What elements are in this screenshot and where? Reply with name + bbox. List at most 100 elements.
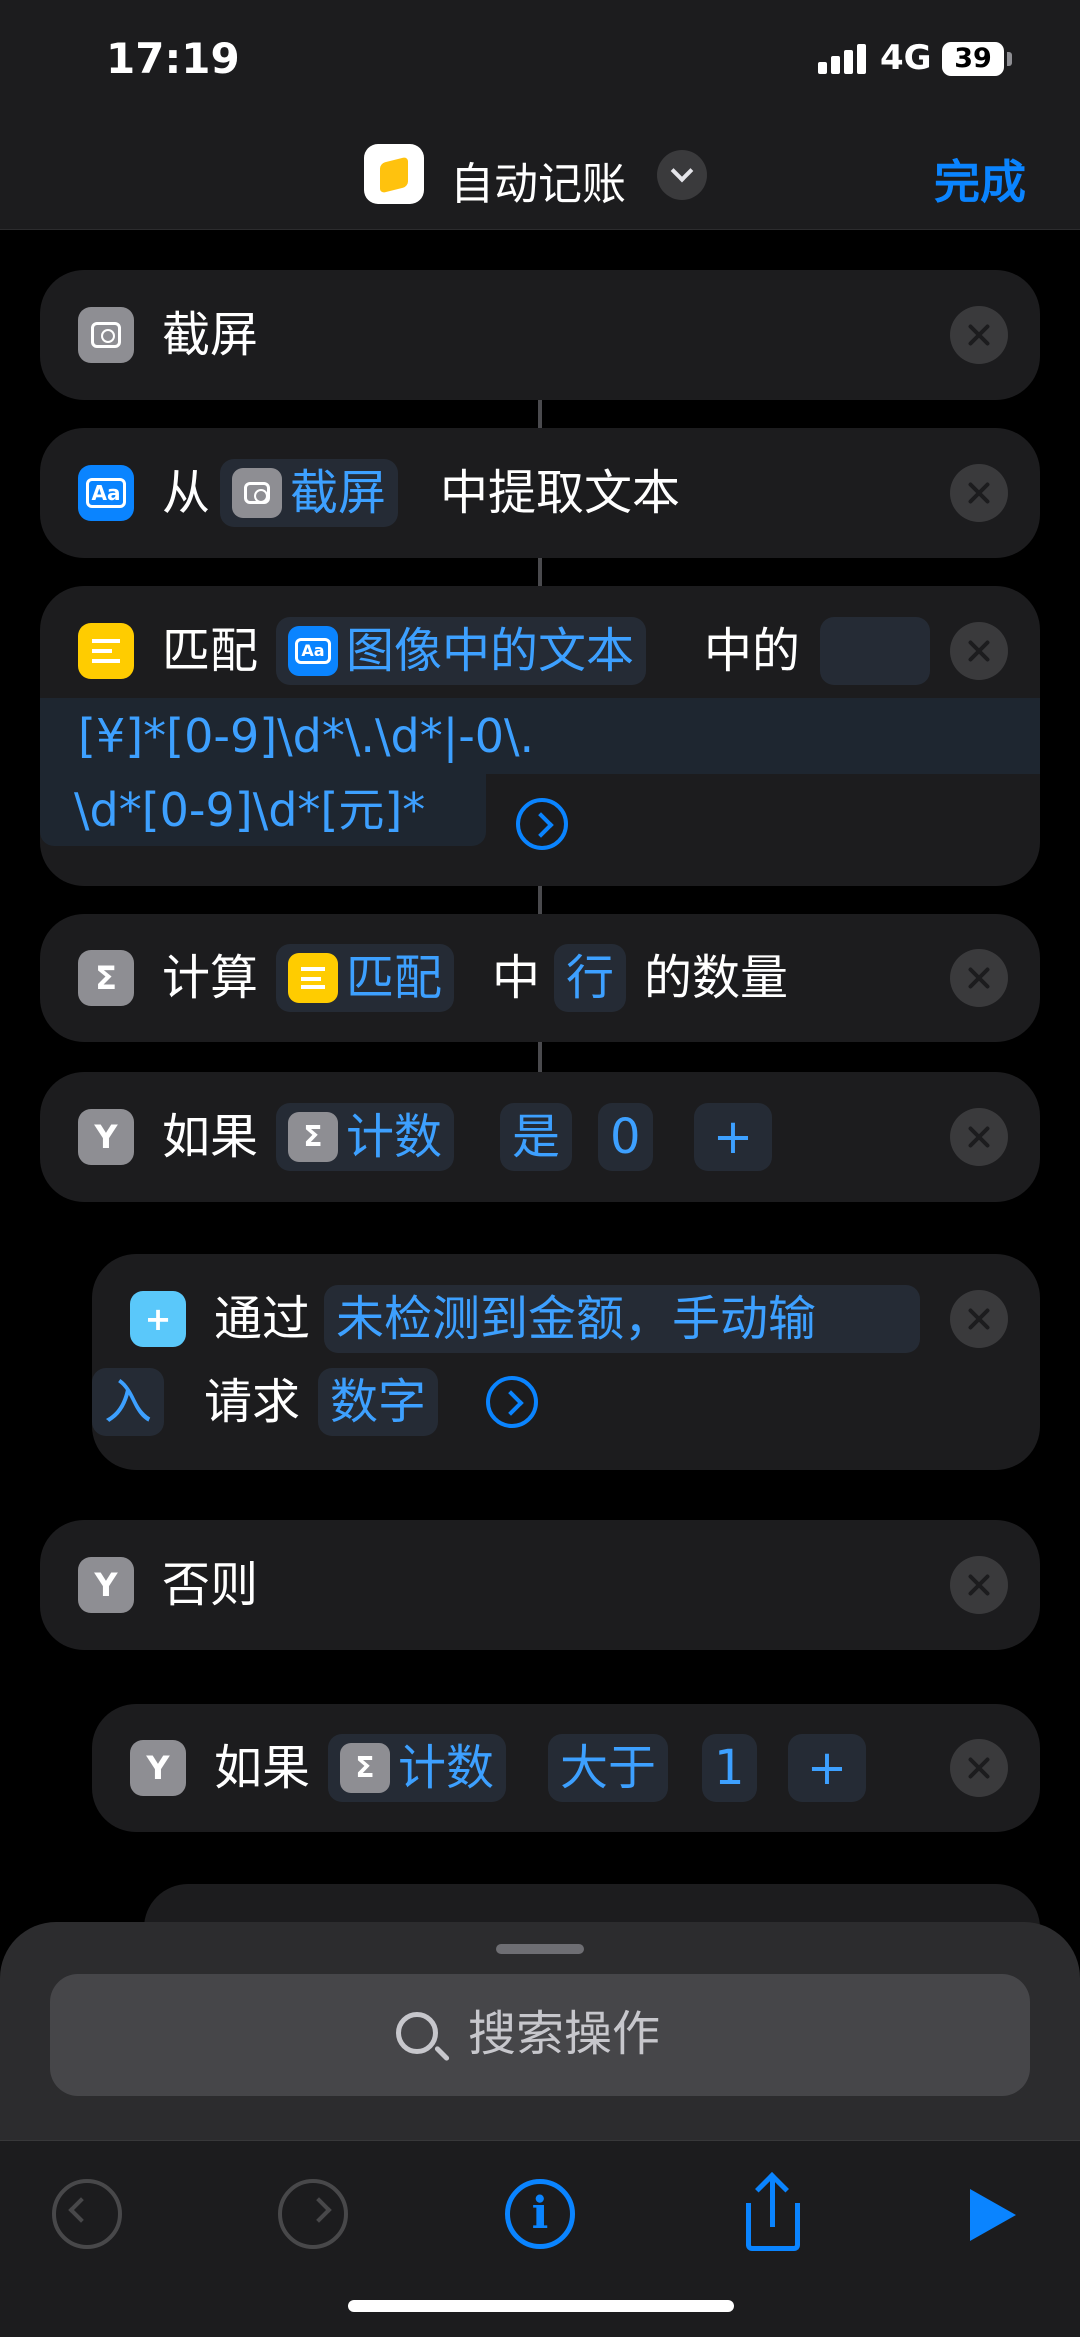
chevron-right-icon[interactable] (486, 1376, 538, 1428)
variable-image-text[interactable]: Aa 图像中的文本 (276, 617, 647, 685)
variable-count[interactable]: Σ 计数 (328, 1734, 507, 1802)
ask-input-icon: + (130, 1291, 186, 1347)
regex-text-line1[interactable]: [¥]*[0-9]\d*\.\d*|-0\. (78, 704, 534, 768)
calculate-icon: Σ (340, 1743, 390, 1793)
action-mid: 中的 (704, 623, 801, 679)
action-screenshot[interactable]: 截屏 (40, 270, 1040, 400)
battery-tip (1007, 52, 1012, 66)
action-ask-for-input[interactable]: + 通过 未检测到金额，手动输 入 请求 数字 (92, 1254, 1040, 1470)
variable-label: 图像中的文本 (346, 623, 635, 679)
play-icon[interactable] (970, 2189, 1016, 2241)
home-indicator (348, 2300, 734, 2312)
unit-label: 行 (566, 950, 615, 1006)
variable-screenshot[interactable]: 截屏 (220, 459, 399, 527)
action-mid: 中 (492, 950, 541, 1006)
calculate-icon: Σ (288, 1112, 338, 1162)
action-suffix: 的数量 (644, 950, 789, 1006)
signal-icon (818, 44, 870, 74)
add-condition-button[interactable]: + (694, 1103, 772, 1171)
chevron-down-icon[interactable] (657, 150, 707, 200)
condition-operator[interactable]: 大于 (548, 1734, 669, 1802)
add-condition-button[interactable]: + (788, 1734, 866, 1802)
action-prefix: 通过 (214, 1291, 311, 1347)
variable-label: 计数 (398, 1740, 495, 1796)
shortcut-title[interactable]: 自动记账 (450, 148, 626, 212)
close-icon[interactable] (950, 464, 1008, 522)
chevron-right-icon[interactable] (516, 798, 568, 850)
action-prefix: 从 (162, 465, 211, 521)
nav-bar: 自动记账 完成 (0, 110, 1080, 230)
value-label: 0 (610, 1109, 641, 1165)
if-icon: Y (78, 1557, 134, 1613)
flow-connector (538, 558, 542, 588)
action-prefix: 计算 (162, 950, 259, 1006)
undo-icon[interactable] (52, 2179, 122, 2249)
screenshot-icon (232, 468, 282, 518)
action-label: 否则 (162, 1557, 259, 1613)
flow-connector (538, 1042, 542, 1074)
regex-text-line2[interactable]: \d*[0-9]\d*[元]* (74, 778, 425, 842)
prompt-field-line2[interactable]: 入 (92, 1368, 165, 1436)
close-icon[interactable] (950, 622, 1008, 680)
match-icon (288, 953, 338, 1003)
action-if-nested[interactable]: Y 如果 Σ 计数 大于 1 + (92, 1704, 1040, 1832)
text-icon: Aa (288, 626, 338, 676)
action-prefix: 如果 (162, 1109, 259, 1165)
operator-label: 是 (512, 1109, 561, 1165)
close-icon[interactable] (950, 1556, 1008, 1614)
search-placeholder: 搜索操作 (468, 2006, 661, 2062)
condition-operator[interactable]: 是 (500, 1103, 573, 1171)
action-if[interactable]: Y 如果 Σ 计数 是 0 + (40, 1072, 1040, 1202)
close-icon[interactable] (950, 1108, 1008, 1166)
input-type-label: 数字 (330, 1374, 427, 1430)
status-bar: 17:19 4G 39 (0, 0, 1080, 110)
actions-sheet[interactable]: 搜索操作 i (0, 1922, 1080, 2337)
screenshot-icon (78, 307, 134, 363)
if-icon: Y (130, 1740, 186, 1796)
variable-label: 截屏 (290, 465, 387, 521)
prompt-text-line2: 入 (104, 1374, 153, 1430)
done-button[interactable]: 完成 (934, 146, 1026, 212)
info-icon[interactable]: i (505, 2179, 575, 2249)
close-icon[interactable] (950, 306, 1008, 364)
prompt-field[interactable]: 未检测到金额，手动输 (324, 1285, 920, 1353)
action-prefix: 匹配 (162, 623, 259, 679)
variable-label: 计数 (346, 1109, 443, 1165)
prompt-text-line1: 未检测到金额，手动输 (336, 1291, 817, 1347)
close-icon[interactable] (950, 1290, 1008, 1348)
close-icon[interactable] (950, 949, 1008, 1007)
status-time: 17:19 (106, 34, 240, 83)
action-match-text[interactable]: 匹配 Aa 图像中的文本 中的 [¥]*[0-9]\d*\.\d*|-0\. \… (40, 586, 1040, 886)
calculate-icon: Σ (78, 950, 134, 1006)
action-suffix: 中提取文本 (440, 465, 681, 521)
action-otherwise[interactable]: Y 否则 (40, 1520, 1040, 1650)
action-count[interactable]: Σ 计算 匹配 中 行 的数量 (40, 914, 1040, 1042)
plus-icon: + (806, 1740, 848, 1796)
action-prefix: 如果 (214, 1740, 311, 1796)
action-label: 截屏 (162, 307, 259, 363)
flow-connector (538, 886, 542, 916)
search-input[interactable]: 搜索操作 (50, 1974, 1030, 2096)
condition-value[interactable]: 1 (702, 1734, 757, 1802)
share-icon[interactable] (738, 2172, 808, 2251)
operator-label: 大于 (560, 1740, 657, 1796)
condition-value[interactable]: 0 (598, 1103, 653, 1171)
match-icon (78, 623, 134, 679)
plus-icon: + (712, 1109, 754, 1165)
network-type: 4G (880, 38, 932, 78)
regex-field-start[interactable] (820, 617, 930, 685)
redo-icon[interactable] (278, 2179, 348, 2249)
search-icon (396, 2012, 438, 2054)
count-unit-select[interactable]: 行 (554, 944, 627, 1012)
action-extract-text[interactable]: Aa 从 截屏 中提取文本 (40, 428, 1040, 558)
battery-icon: 39 (942, 42, 1004, 76)
input-type-select[interactable]: 数字 (318, 1368, 439, 1436)
text-icon: Aa (78, 465, 134, 521)
shortcut-app-icon[interactable] (364, 144, 424, 204)
close-icon[interactable] (950, 1739, 1008, 1797)
variable-count[interactable]: Σ 计数 (276, 1103, 455, 1171)
variable-label: 匹配 (346, 950, 443, 1006)
value-label: 1 (714, 1740, 745, 1796)
sheet-grabber[interactable] (496, 1944, 584, 1954)
variable-match[interactable]: 匹配 (276, 944, 455, 1012)
